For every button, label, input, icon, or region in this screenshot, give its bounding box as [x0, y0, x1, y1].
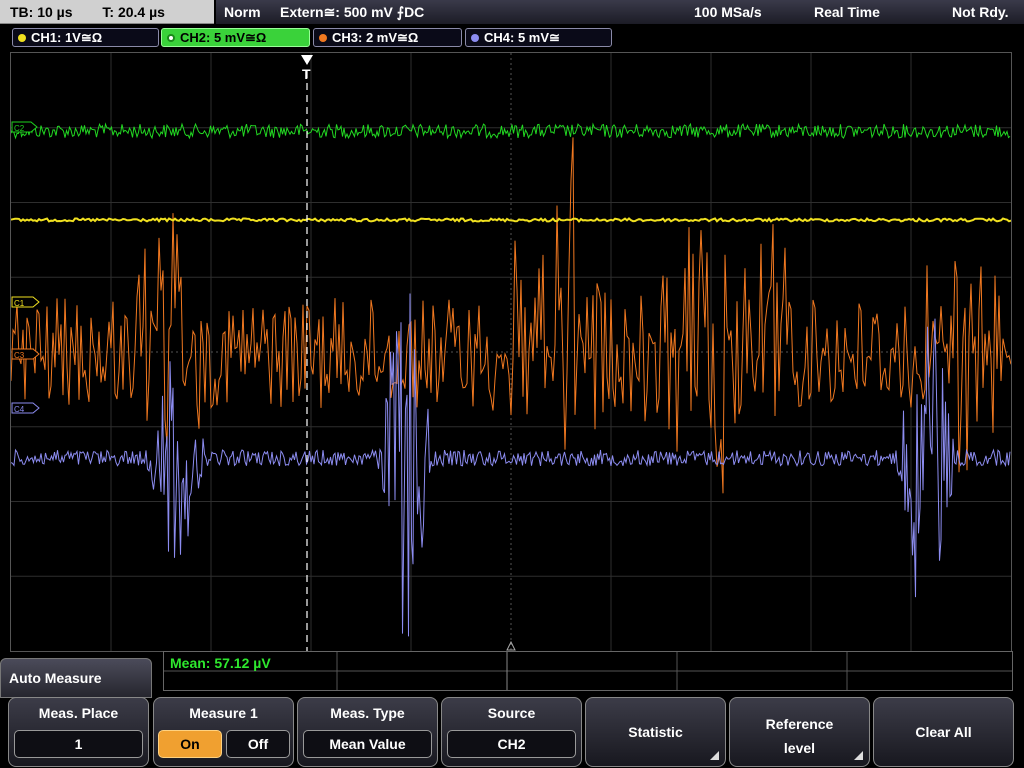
channel-2-label: CH2: 5 mV≅Ω [180, 30, 267, 45]
ch2-marker-label: C2 [14, 124, 25, 133]
graticule [11, 53, 1011, 651]
ch4-offset-marker[interactable]: C4 [11, 402, 40, 414]
measure1-label: Measure 1 [189, 705, 258, 721]
meas-type-softkey[interactable]: Meas. Type Mean Value [297, 697, 438, 767]
reference-label-line2: level [783, 740, 816, 756]
ch2-offset-marker[interactable]: C2 [11, 121, 38, 133]
ch3-offset-marker[interactable]: C3 [11, 348, 40, 360]
timebase-box[interactable]: TB: 10 µs T: 20.4 µs [0, 0, 214, 24]
trigger-info-bar[interactable]: Norm Extern≅: 500 mV ⨍DC 100 MSa/s Real … [216, 0, 1024, 24]
source-label: Source [487, 705, 536, 721]
ch3-dot-icon [319, 34, 327, 42]
channel-tab-1[interactable]: CH1: 1V≅Ω [12, 28, 159, 47]
meas-place-label: Meas. Place [38, 705, 119, 721]
ch4-dot-icon [471, 34, 479, 42]
source-value[interactable]: CH2 [447, 730, 576, 758]
ch1-marker-label: C1 [14, 299, 25, 308]
ch3-marker-label: C3 [14, 351, 25, 360]
ch1-dot-icon [18, 34, 26, 42]
statistic-softkey[interactable]: Statistic [585, 697, 726, 767]
measurement-result-area: Mean: 57.12 µV [163, 651, 1013, 691]
ch2-waveform [11, 122, 1011, 140]
measurement-grid [164, 652, 1012, 690]
measure1-on-button[interactable]: On [158, 730, 222, 758]
measurement-result: Mean: 57.12 µV [170, 655, 271, 671]
trigger-marker-label: T [302, 66, 311, 82]
channel-bar: CH1: 1V≅Ω CH2: 5 mV≅Ω CH3: 2 mV≅Ω CH4: 5… [0, 26, 1024, 48]
channel-4-label: CH4: 5 mV≅ [484, 30, 560, 45]
trigger-time-value: T: 20.4 µs [102, 4, 165, 20]
meas-type-value[interactable]: Mean Value [303, 730, 432, 758]
menu-title: Auto Measure [0, 658, 152, 698]
channel-tab-2[interactable]: CH2: 5 mV≅Ω [161, 28, 310, 47]
trigger-mode: Norm [224, 4, 261, 20]
channel-tab-3[interactable]: CH3: 2 mV≅Ω [313, 28, 462, 47]
ch4-marker-label: C4 [14, 405, 25, 414]
reference-level-label: Reference level [730, 712, 869, 760]
meas-place-softkey[interactable]: Meas. Place 1 [8, 697, 149, 767]
ch1-offset-marker[interactable]: C1 [11, 296, 40, 308]
ch2-dot-icon [167, 34, 175, 42]
clear-all-label: Clear All [915, 724, 972, 740]
submenu-arrow-icon [710, 751, 719, 760]
submenu-arrow-icon [854, 751, 863, 760]
run-status: Not Rdy. [952, 4, 1009, 20]
measure1-off-button[interactable]: Off [226, 730, 290, 758]
timebase-value: TB: 10 µs [10, 4, 73, 20]
statistic-label: Statistic [628, 724, 683, 740]
channel-3-label: CH3: 2 mV≅Ω [332, 30, 419, 45]
meas-place-value[interactable]: 1 [14, 730, 143, 758]
sample-rate: 100 MSa/s [694, 4, 762, 20]
acquisition-mode: Real Time [814, 4, 880, 20]
channel-1-label: CH1: 1V≅Ω [31, 30, 103, 45]
trigger-source: Extern≅: 500 mV ⨍DC [280, 4, 425, 20]
source-softkey[interactable]: Source CH2 [441, 697, 582, 767]
waveform-svg: T C2 C1 C3 C4 [11, 53, 1011, 651]
reference-level-softkey[interactable]: Reference level [729, 697, 870, 767]
status-bar: TB: 10 µs T: 20.4 µs Norm Extern≅: 500 m… [0, 0, 1024, 24]
reference-label-line1: Reference [765, 716, 834, 732]
waveform-display[interactable]: T C2 C1 C3 C4 [10, 52, 1012, 652]
clear-all-softkey[interactable]: Clear All [873, 697, 1014, 767]
meas-type-label: Meas. Type [330, 705, 405, 721]
measure1-softkey[interactable]: Measure 1 On Off [153, 697, 294, 767]
channel-tab-4[interactable]: CH4: 5 mV≅ [465, 28, 612, 47]
